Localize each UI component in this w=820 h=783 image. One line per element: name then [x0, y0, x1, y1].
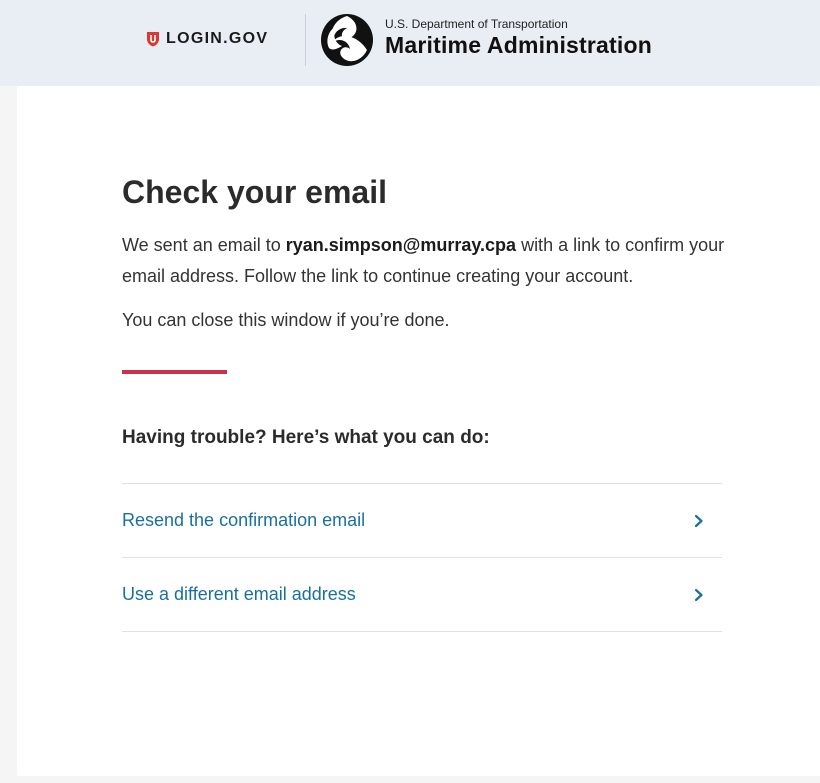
brand-divider [305, 14, 306, 66]
intro-prefix: We sent an email to [122, 235, 286, 255]
chevron-right-icon [694, 588, 703, 601]
accent-divider [122, 370, 227, 374]
trouble-options-list: Resend the confirmation email Use a diff… [122, 483, 722, 632]
option-label: Use a different email address [122, 584, 356, 604]
close-window-note: You can close this window if you’re done… [122, 310, 450, 330]
dot-agency-logo [321, 14, 373, 66]
chevron-right-icon [694, 514, 703, 527]
resend-confirmation-link[interactable]: Resend the confirmation email [122, 484, 722, 558]
agency-name: Maritime Administration [385, 32, 652, 58]
content-card: Check your email We sent an email to rya… [17, 86, 820, 776]
trouble-heading: Having trouble? Here’s what you can do: [122, 427, 490, 448]
agency-department: U.S. Department of Transportation [385, 17, 568, 31]
use-different-email-link[interactable]: Use a different email address [122, 558, 722, 632]
main-content: Check your email We sent an email to rya… [122, 172, 732, 632]
login-gov-logo[interactable]: LOGIN.GOV [146, 29, 268, 49]
option-label: Resend the confirmation email [122, 510, 366, 530]
agency-name-block: U.S. Department of Transportation Mariti… [385, 17, 652, 59]
shield-icon [147, 32, 159, 47]
site-header: LOGIN.GOV U.S. Department of Transportat… [0, 0, 820, 86]
email-address: ryan.simpson@murray.cpa [285, 235, 517, 255]
login-gov-wordmark: LOGIN.GOV [166, 30, 269, 47]
intro-text: We sent an email to ryan.simpson@murray.… [122, 230, 732, 292]
page-title: Check your email [122, 174, 387, 210]
